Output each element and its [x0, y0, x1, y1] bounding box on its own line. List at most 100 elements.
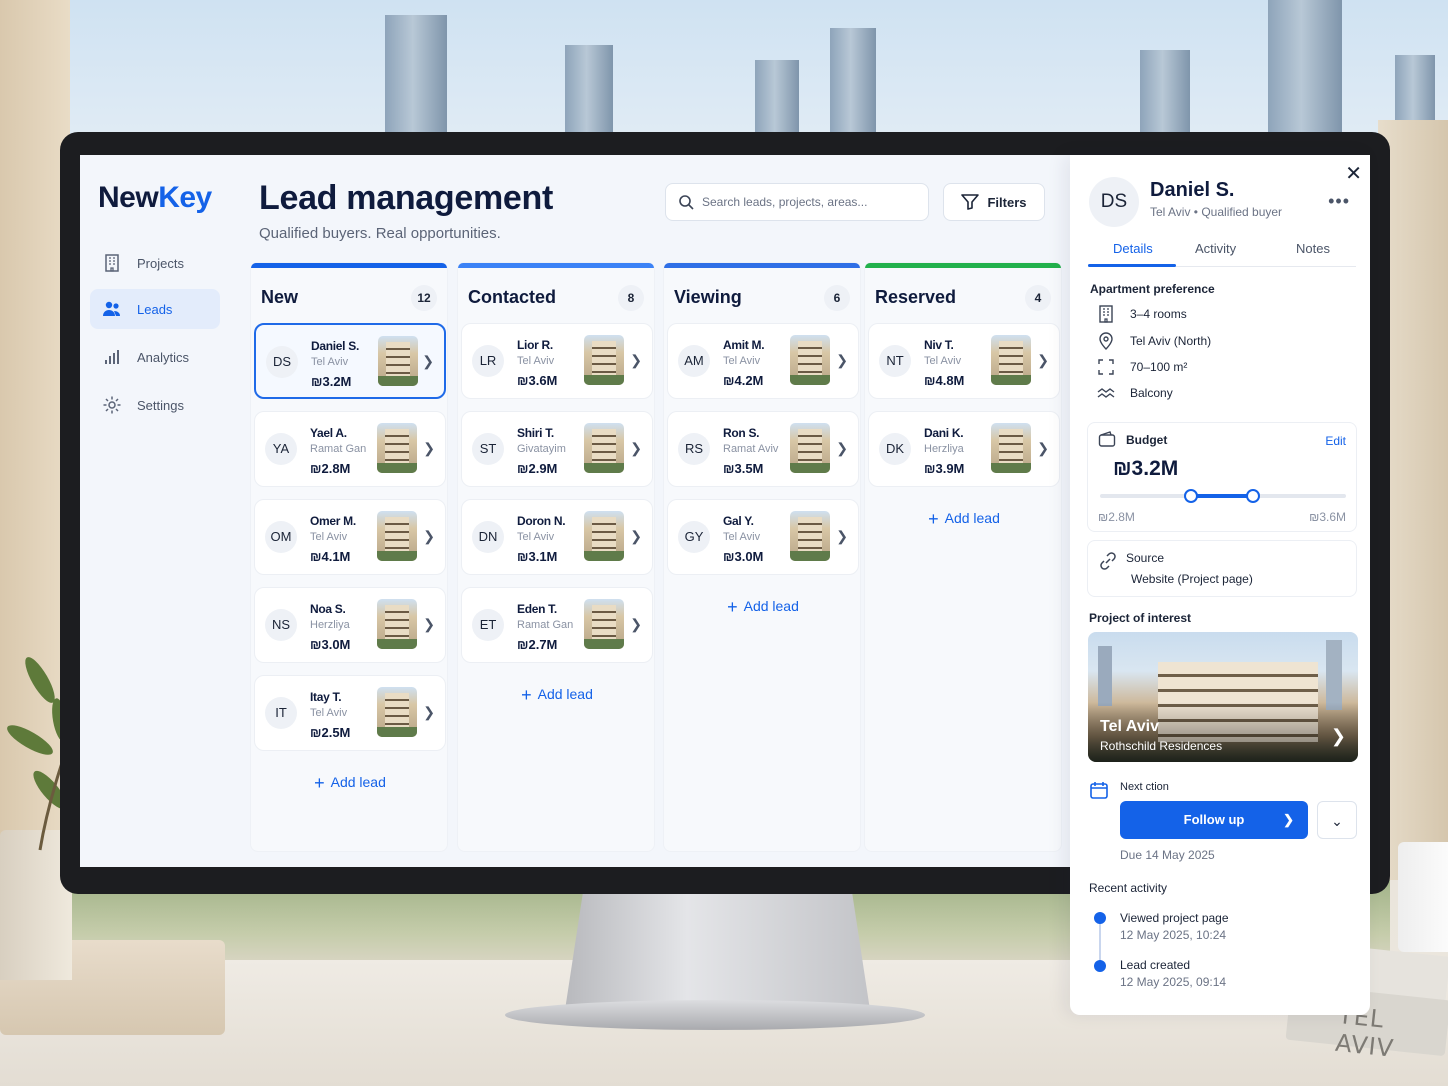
preference-text: 3–4 rooms [1130, 307, 1187, 321]
lead-card[interactable]: OM Omer M. Tel Aviv ₪4.1M ❯ [254, 499, 446, 575]
column-title: Contacted [468, 287, 557, 307]
lead-subtitle: Tel Aviv • Qualified buyer [1150, 205, 1283, 219]
monitor-base [505, 1000, 925, 1030]
add-lead-button[interactable]: + Add lead [254, 773, 446, 794]
slider-max-handle[interactable] [1245, 489, 1260, 503]
lead-price: ₪3.2M [311, 374, 352, 389]
lead-city: Tel Aviv [310, 707, 348, 719]
lead-price: ₪3.6M [517, 373, 558, 388]
lead-card[interactable]: AM Amit M. Tel Aviv ₪4.2M ❯ [667, 323, 859, 399]
budget-range-slider[interactable] [1100, 489, 1346, 503]
action-dropdown-button[interactable]: ⌄ [1317, 801, 1357, 839]
column-count-badge: 4 [1025, 285, 1051, 311]
lead-city: Ramat Aviv [723, 443, 779, 455]
avatar: DK [879, 433, 911, 465]
sidebar-item-label: Analytics [137, 349, 190, 365]
tab-activity[interactable]: Activity [1195, 241, 1236, 256]
lead-name: Daniel S. [1150, 179, 1235, 201]
lead-card[interactable]: LR Lior R. Tel Aviv ₪3.6M ❯ [461, 323, 653, 399]
add-lead-button[interactable]: + Add lead [667, 597, 859, 618]
preference-text: 70–100 m² [1130, 360, 1188, 374]
lead-name: Lior R. [517, 338, 553, 352]
follow-up-button[interactable]: Follow up ❯ [1120, 801, 1308, 839]
tab-details[interactable]: Details [1113, 241, 1153, 256]
skyline-tower [565, 45, 613, 135]
budget-max-label: ₪3.6M [1309, 510, 1346, 524]
column-count-badge: 6 [824, 285, 850, 311]
preference-text: Balcony [1130, 386, 1173, 400]
avatar: RS [678, 433, 710, 465]
plus-icon: + [521, 685, 532, 705]
chevron-right-icon: ❯ [423, 616, 435, 632]
skyline-tower [830, 28, 876, 135]
column-title: Viewing [674, 287, 742, 307]
avatar: YA [265, 433, 297, 465]
logo-text-new: New [98, 181, 159, 214]
search-icon [679, 195, 694, 210]
add-lead-button[interactable]: + Add lead [461, 685, 653, 706]
lead-name: Gal Y. [723, 514, 754, 528]
avatar: OM [265, 521, 297, 553]
property-thumbnail [377, 423, 417, 473]
lead-card[interactable]: DN Doron N. Tel Aviv ₪3.1M ❯ [461, 499, 653, 575]
timeline-dot [1094, 912, 1106, 924]
avatar: DN [472, 521, 504, 553]
chevron-right-icon: ❯ [1037, 352, 1049, 368]
follow-up-label: Follow up [1183, 812, 1245, 827]
lead-card[interactable]: NS Noa S. Herzliya ₪3.0M ❯ [254, 587, 446, 663]
chevron-right-icon: ❯ [630, 616, 642, 632]
section-title: Apartment preference [1090, 282, 1215, 296]
property-thumbnail [790, 511, 830, 561]
sidebar-item-settings[interactable]: Settings [90, 385, 220, 425]
lead-city: Tel Aviv [723, 531, 761, 543]
lead-name: Itay T. [310, 690, 342, 704]
chevron-right-icon: ❯ [423, 704, 435, 720]
chevron-right-icon: ❯ [836, 352, 848, 368]
column-reserved: Reserved 4 NT Niv T. Tel Aviv ₪4.8M ❯ DK Dani K.… [864, 262, 1062, 852]
lead-city: Givatayim [517, 443, 566, 455]
lead-card[interactable]: DS Daniel S. Tel Aviv ₪3.2M ❯ [254, 323, 446, 399]
search-box[interactable] [665, 183, 929, 221]
next-action-label: Next ction [1120, 781, 1169, 793]
project-city: Tel Aviv [1100, 718, 1159, 735]
search-input[interactable] [702, 195, 922, 209]
skyline-tower [1140, 50, 1190, 135]
slider-min-handle[interactable] [1184, 489, 1199, 503]
chevron-right-icon: ❯ [1330, 726, 1346, 746]
project-card[interactable]: Tel Aviv Rothschild Residences ❯ [1088, 632, 1358, 762]
close-icon[interactable]: ✕ [1345, 161, 1362, 186]
plus-icon: + [314, 773, 325, 793]
lead-name: Amit M. [723, 338, 765, 352]
budget-value: ₪3.2M [1113, 457, 1179, 480]
lead-name: Omer M. [310, 514, 356, 528]
property-thumbnail [790, 423, 830, 473]
recent-activity-title: Recent activity [1089, 881, 1168, 895]
lead-card[interactable]: DK Dani K. Herzliya ₪3.9M ❯ [868, 411, 1060, 487]
lead-price: ₪2.9M [517, 461, 558, 476]
lead-card[interactable]: GY Gal Y. Tel Aviv ₪3.0M ❯ [667, 499, 859, 575]
lead-card[interactable]: NT Niv T. Tel Aviv ₪4.8M ❯ [868, 323, 1060, 399]
add-lead-button[interactable]: + Add lead [868, 509, 1060, 530]
property-thumbnail [584, 511, 624, 561]
lead-card[interactable]: ST Shiri T. Givatayim ₪2.9M ❯ [461, 411, 653, 487]
column-count-badge: 8 [618, 285, 644, 311]
sidebar-item-analytics[interactable]: Analytics [90, 337, 220, 377]
chevron-right-icon: ❯ [836, 528, 848, 544]
lead-card[interactable]: IT Itay T. Tel Aviv ₪2.5M ❯ [254, 675, 446, 751]
lead-city: Tel Aviv [924, 355, 962, 367]
lead-city: Ramat Gan [517, 619, 574, 631]
sidebar-item-projects[interactable]: Projects [90, 243, 220, 283]
edit-budget-link[interactable]: Edit [1325, 434, 1346, 448]
activity-time: 12 May 2025, 10:24 [1120, 928, 1227, 942]
lead-card[interactable]: ET Eden T. Ramat Gan ₪2.7M ❯ [461, 587, 653, 663]
chevron-right-icon: ❯ [423, 528, 435, 544]
filters-button[interactable]: Filters [943, 183, 1045, 221]
lead-card[interactable]: YA Yael A. Ramat Gan ₪2.8M ❯ [254, 411, 446, 487]
lead-name: Shiri T. [517, 426, 554, 440]
sidebar-item-leads[interactable]: Leads [90, 289, 220, 329]
property-thumbnail [584, 599, 624, 649]
lead-card[interactable]: RS Ron S. Ramat Aviv ₪3.5M ❯ [667, 411, 859, 487]
tab-notes[interactable]: Notes [1296, 241, 1330, 256]
more-options-icon[interactable]: ••• [1328, 191, 1350, 212]
app-logo: NewKey [98, 181, 212, 215]
